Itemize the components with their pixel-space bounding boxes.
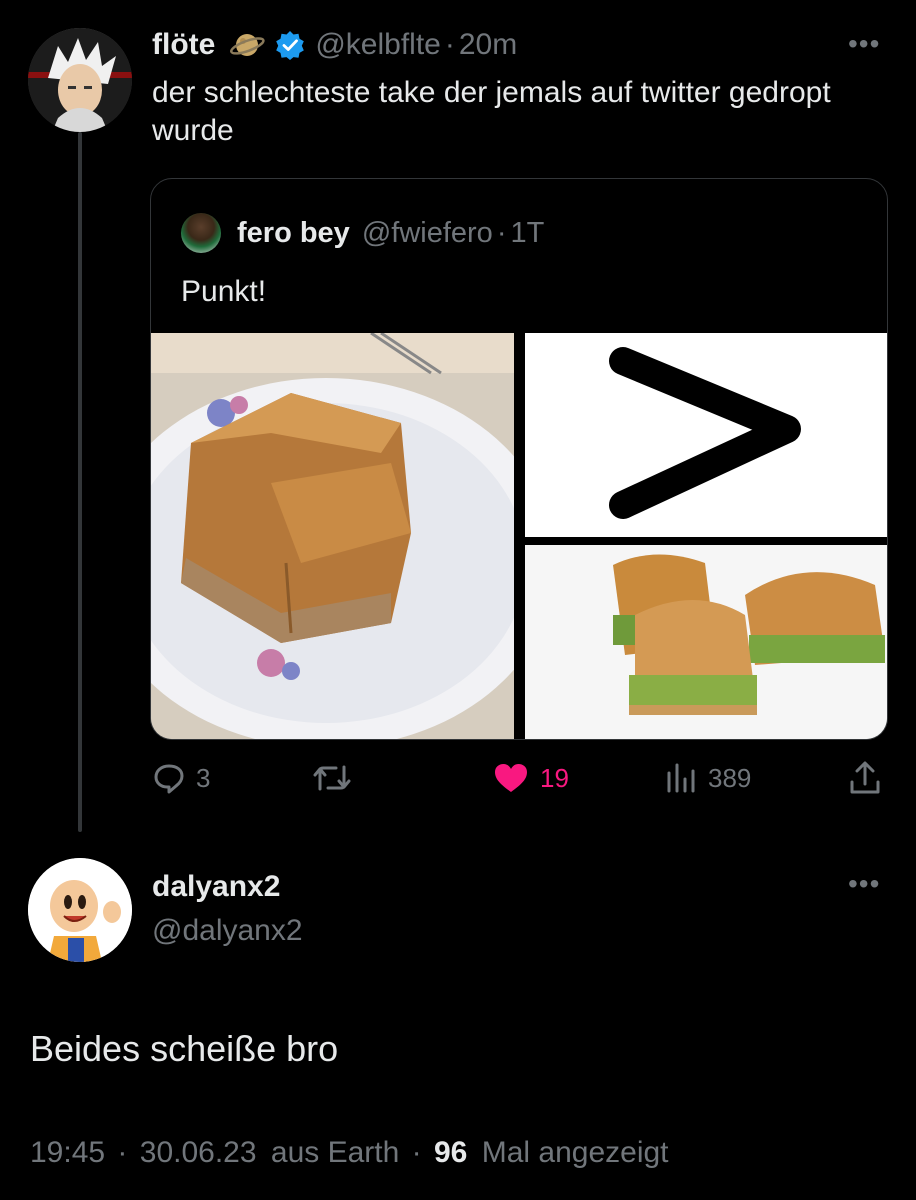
reply-count: 3 xyxy=(196,762,211,793)
tweet2-handle[interactable]: @dalyanx2 xyxy=(152,914,303,948)
tweet1-text: der schlechteste take der jemals auf twi… xyxy=(152,76,831,147)
verified-icon xyxy=(275,30,305,60)
pistachio-baklava-image[interactable] xyxy=(525,545,887,739)
views-button[interactable]: 389 xyxy=(664,758,751,798)
post-time[interactable]: 19:45 xyxy=(30,1136,105,1169)
tweet1-avatar[interactable] xyxy=(28,28,132,132)
post-date[interactable]: 30.06.23 xyxy=(140,1136,257,1169)
share-icon xyxy=(848,760,882,796)
quoted-handle: @fwiefero xyxy=(361,216,493,249)
tweet1-handle[interactable]: @kelbflte xyxy=(315,28,441,62)
like-count: 19 xyxy=(540,762,569,793)
baklava-plate-image[interactable] xyxy=(151,333,514,739)
tweet1-more-icon[interactable]: ••• xyxy=(848,30,880,58)
tweet2-text: Beides scheiße bro xyxy=(30,1028,339,1069)
greater-than-image[interactable] xyxy=(525,333,887,537)
post-views-label: Mal angezeigt xyxy=(481,1136,669,1169)
tweet1-author-name[interactable]: flöte xyxy=(152,28,215,62)
tweet2-author-name[interactable]: dalyanx2 xyxy=(152,870,280,904)
tweet2-avatar[interactable] xyxy=(28,858,132,962)
quoted-tweet-text: Punkt! xyxy=(181,275,267,308)
quoted-tweet-avatar xyxy=(181,213,221,253)
meta-separator-1: · xyxy=(117,1136,128,1169)
meta-separator-2: · xyxy=(411,1136,422,1169)
tweet1-timestamp[interactable]: 20m xyxy=(459,28,517,62)
tweet1-header: flöte @kelbflte · 20m xyxy=(152,26,517,64)
tweet1-separator: · xyxy=(444,28,455,61)
quoted-tweet-card[interactable]: fero bey @fwiefero · 1T Punkt! xyxy=(150,178,888,740)
tweet1-action-bar: 3 19 389 xyxy=(152,758,890,798)
analytics-icon xyxy=(664,761,698,795)
quoted-media-grid xyxy=(151,333,887,739)
planet-icon xyxy=(229,27,265,63)
heart-filled-icon xyxy=(492,761,530,795)
quoted-author-name: fero bey xyxy=(237,216,350,249)
views-count: 389 xyxy=(708,762,752,793)
quoted-tweet-header: fero bey @fwiefero · 1T xyxy=(181,213,545,253)
retweet-button[interactable] xyxy=(312,758,362,798)
thread-connector-line xyxy=(78,132,82,832)
quoted-timestamp: 1T xyxy=(510,216,545,249)
post-location: aus Earth xyxy=(270,1136,400,1169)
reply-button[interactable]: 3 xyxy=(152,758,210,798)
tweet2-more-icon[interactable]: ••• xyxy=(848,870,880,898)
quoted-separator: · xyxy=(496,216,507,249)
reply-icon xyxy=(152,761,186,795)
share-button[interactable] xyxy=(848,758,882,798)
post-views-count[interactable]: 96 xyxy=(434,1136,467,1169)
retweet-icon xyxy=(312,761,352,795)
like-button[interactable]: 19 xyxy=(492,758,569,798)
tweet2-metadata: 19:45 · 30.06.23 aus Earth · 96 Mal ange… xyxy=(30,1136,669,1170)
